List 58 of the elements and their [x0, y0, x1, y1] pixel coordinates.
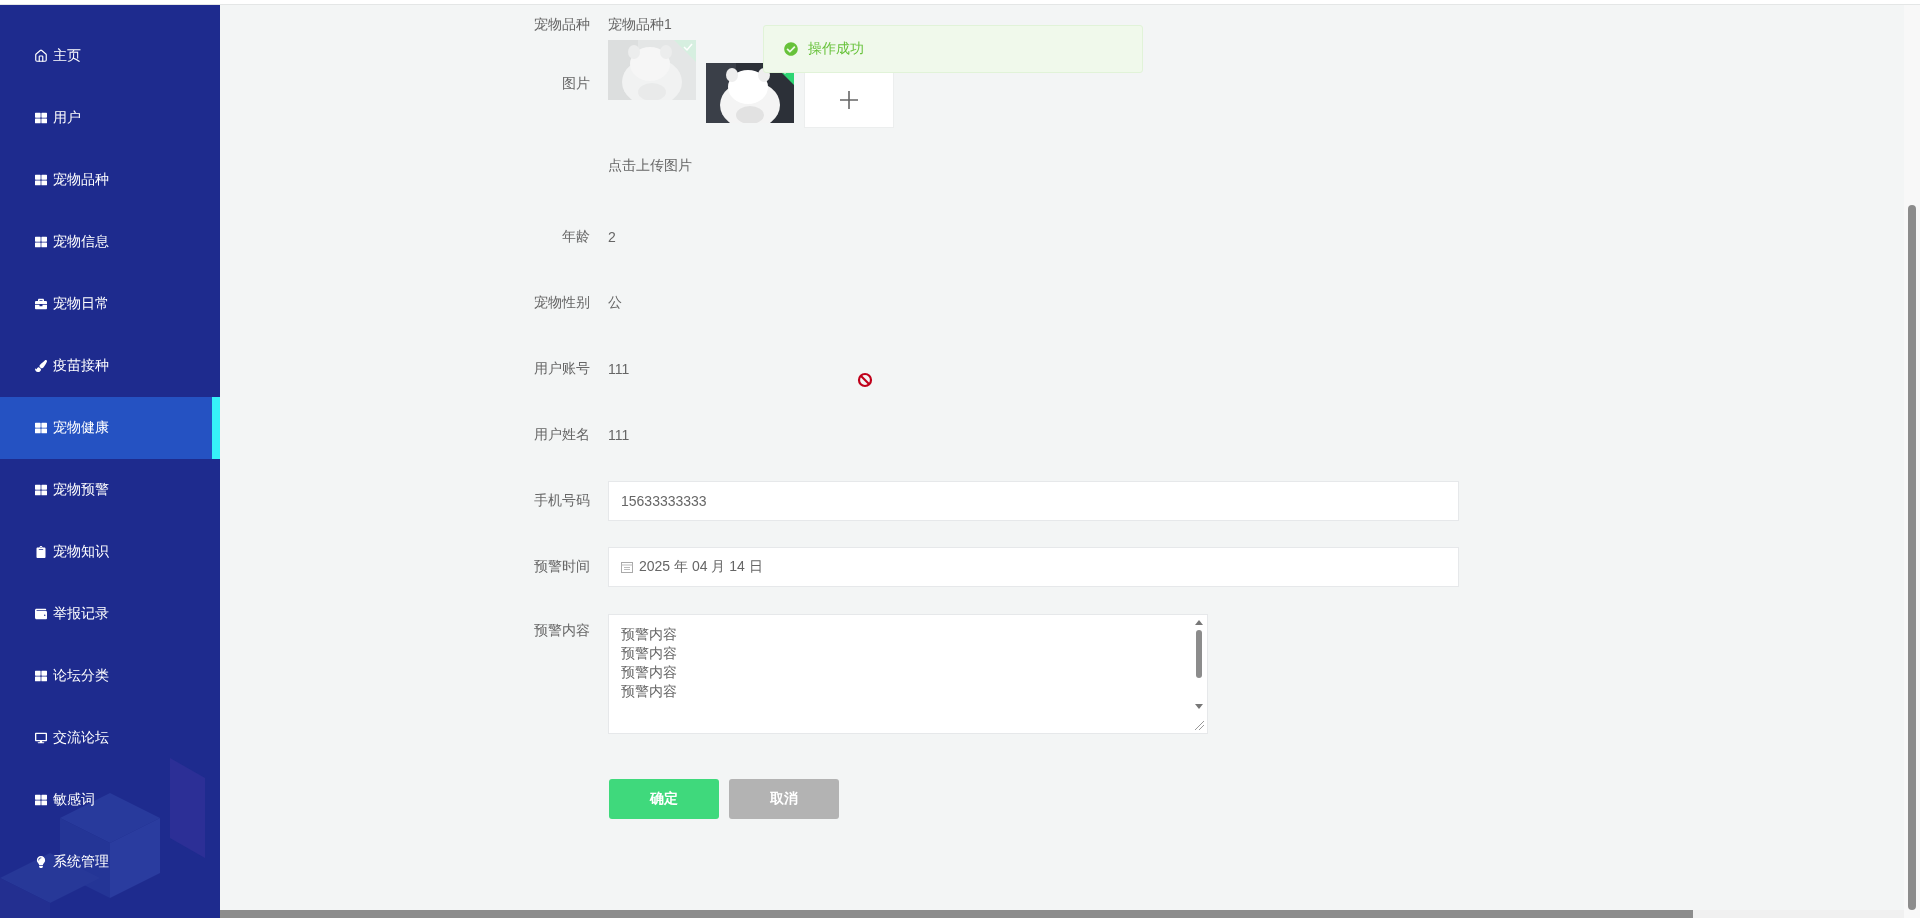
calendar-icon — [621, 561, 633, 573]
sidebar-item[interactable]: 宠物健康 — [0, 397, 220, 459]
check-corner-icon — [674, 40, 696, 62]
field-label: 用户账号 — [533, 360, 591, 378]
clipboard-icon — [34, 545, 48, 559]
sidebar-item[interactable]: 敏感词 — [0, 769, 220, 831]
text-line: 预警内容 — [621, 663, 677, 682]
sidebar-item[interactable]: 宠物信息 — [0, 211, 220, 273]
briefcase-icon — [34, 297, 48, 311]
field-value: 2 — [608, 229, 616, 245]
field-label: 宠物品种 — [533, 15, 591, 34]
forbidden-cursor-icon — [857, 372, 873, 388]
grid-icon — [34, 421, 48, 435]
field-value: 111 — [608, 427, 630, 443]
sidebar-item[interactable]: 宠物日常 — [0, 273, 220, 335]
toast-text: 操作成功 — [808, 40, 864, 58]
text-area[interactable]: 预警内容 预警内容 预警内容 预警内容 — [608, 614, 1208, 734]
sidebar-item[interactable]: 举报记录 — [0, 583, 220, 645]
success-icon — [784, 42, 798, 56]
sidebar-item[interactable]: 用户 — [0, 87, 220, 149]
field-label: 宠物性别 — [533, 294, 591, 312]
field-value: 宠物品种1 — [608, 15, 672, 34]
vertical-scrollbar[interactable] — [1904, 5, 1920, 918]
field-label: 预警时间 — [533, 558, 591, 576]
grid-icon — [34, 173, 48, 187]
field-value: 公 — [608, 294, 622, 312]
field-label: 图片 — [561, 75, 591, 93]
grid-icon — [34, 483, 48, 497]
date-field[interactable]: 2025 年 04 月 14 日 — [608, 547, 1459, 587]
sidebar-item[interactable]: 宠物知识 — [0, 521, 220, 583]
sidebar-item[interactable]: 论坛分类 — [0, 645, 220, 707]
sidebar-item[interactable]: 系统管理 — [0, 831, 220, 875]
plus-icon — [839, 90, 859, 110]
horizontal-scrollbar[interactable] — [220, 910, 1904, 918]
text-line: 预警内容 — [621, 644, 677, 663]
input-field[interactable]: 15633333333 — [608, 481, 1459, 521]
sidebar-item[interactable]: 宠物品种 — [0, 149, 220, 211]
sidebar-item[interactable]: 交流论坛 — [0, 707, 220, 769]
home-icon — [34, 49, 48, 63]
field-value: 111 — [608, 361, 630, 377]
grid-icon — [34, 235, 48, 249]
bulb-icon — [34, 855, 48, 869]
brush-icon — [34, 359, 48, 373]
field-label: 手机号码 — [533, 492, 591, 510]
upload-hint: 点击上传图片 — [608, 157, 692, 175]
grid-icon — [34, 111, 48, 125]
wallet-icon — [34, 607, 48, 621]
field-label: 用户姓名 — [533, 426, 591, 444]
sidebar-item[interactable]: 宠物预警 — [0, 459, 220, 521]
monitor-icon — [34, 731, 48, 745]
text-line: 预警内容 — [621, 682, 677, 701]
grid-icon — [34, 669, 48, 683]
field-label: 年龄 — [561, 228, 591, 246]
grid-icon — [34, 793, 48, 807]
sidebar-item[interactable]: 主页 — [0, 25, 220, 87]
field-label: 预警内容 — [533, 622, 591, 640]
sidebar-item[interactable]: 疫苗接种 — [0, 335, 220, 397]
text-line: 预警内容 — [621, 625, 677, 644]
